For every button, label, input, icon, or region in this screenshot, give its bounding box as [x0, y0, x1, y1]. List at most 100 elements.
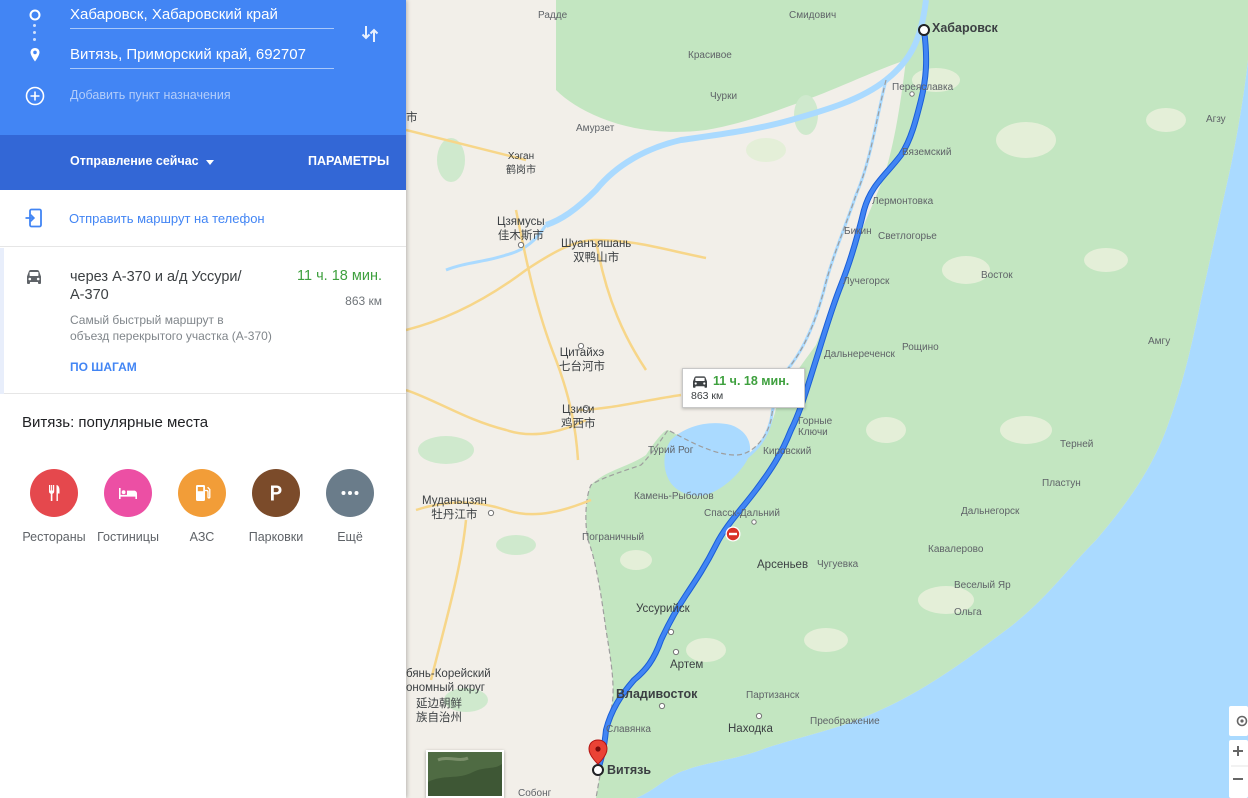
route-via-line2: А-370 [70, 287, 109, 303]
map-label-yanbian-cn[interactable]: 延边朝鲜 族自治州 [416, 697, 462, 725]
map-label-amgu[interactable]: Амгу [1148, 336, 1170, 347]
map-label-gornye-klyuchi[interactable]: Горные Ключи [798, 416, 832, 438]
route-note-line2: объезд перекрытого участка (А-370) [70, 329, 272, 343]
options-button[interactable]: ПАРАМЕТРЫ [308, 154, 389, 168]
step-by-step-button[interactable]: ПО ШАГАМ [70, 360, 137, 374]
map-label-krasnoe[interactable]: Красивое [688, 50, 732, 61]
destination-dot[interactable] [592, 764, 604, 776]
category-hotels[interactable]: Гостиницы [88, 469, 168, 544]
satellite-layer-toggle[interactable] [426, 750, 504, 798]
send-to-phone-row[interactable]: Отправить маршрут на телефон [0, 191, 406, 247]
map-label-dalnegorsk[interactable]: Дальнегорск [961, 506, 1019, 517]
map-label-dalnerechensk[interactable]: Дальнереченск [824, 349, 895, 360]
map-label-chuguevka[interactable]: Чугуевка [817, 559, 858, 570]
bubble-duration: 11 ч. 18 мин. [713, 374, 790, 388]
map-label-jixi-ru: Цзиси [562, 404, 595, 416]
map-label-sobong[interactable]: Собонг [518, 788, 551, 798]
map-label-jiamusi[interactable]: Цзямусы 佳木斯市 [497, 215, 545, 243]
departure-select[interactable]: Отправление сейчас [70, 154, 199, 168]
zoom-out-button[interactable] [1229, 767, 1248, 798]
map-label-arsenyev[interactable]: Арсеньев [757, 559, 808, 571]
map-label-shuangyashan-cn: 双鸭山市 [573, 252, 620, 264]
map-label-shuangyashan-ru: Шуанъяшань [561, 238, 632, 250]
map-label-edge-shi[interactable]: 市 [406, 111, 418, 125]
add-destination-button[interactable]: Добавить пункт назначения [70, 88, 231, 102]
map-label-chirki[interactable]: Чурки [710, 91, 737, 102]
map-label-vostok[interactable]: Восток [981, 270, 1013, 281]
category-label: Парковки [248, 530, 304, 544]
map-label-pogranichny[interactable]: Пограничный [582, 532, 644, 543]
map-label-vesely-yar[interactable]: Веселый Яр [954, 580, 1011, 591]
map-label-ussuriysk[interactable]: Уссурийск [636, 603, 690, 615]
map-label-partizansk[interactable]: Партизанск [746, 690, 799, 701]
map-label-preobrazhenie[interactable]: Преображение [810, 716, 880, 727]
maps-app: Хабаровск, Хабаровский край Витязь, Прим… [0, 0, 1248, 798]
map-label-nakhodka[interactable]: Находка [728, 723, 773, 735]
satellite-thumbnail [428, 752, 502, 796]
route-note-line1: Самый быстрый маршрут в [70, 313, 224, 327]
map-label-khabarovsk[interactable]: Хабаровск [932, 21, 998, 35]
map-label-yanbian-cn2: 族自治州 [416, 712, 462, 724]
map-label-smidovich[interactable]: Смидович [789, 10, 836, 21]
map-label-vyazemsky[interactable]: Вяземский [902, 147, 951, 158]
map-label-roshchino[interactable]: Рощино [902, 342, 939, 353]
map-label-vladivostok[interactable]: Владивосток [616, 687, 697, 701]
road-closed-icon[interactable] [725, 526, 741, 542]
map-label-kirovsky[interactable]: Кировский [763, 446, 811, 457]
hotel-icon [104, 469, 152, 517]
map-label-vityaz[interactable]: Витязь [607, 763, 651, 777]
route-option-card[interactable]: через А-370 и а/д Уссури/ А-370 11 ч. 18… [0, 248, 406, 394]
my-location-button[interactable] [1229, 706, 1248, 736]
send-to-phone-link[interactable]: Отправить маршрут на телефон [69, 211, 265, 226]
map-label-pereyaslavka[interactable]: Переяславка [892, 82, 953, 93]
map-controls [1229, 706, 1248, 798]
map-label-mudanjiang[interactable]: Муданьцзян 牡丹江市 [422, 494, 487, 522]
map-label-lermontovka[interactable]: Лермонтовка [872, 196, 933, 207]
map-label-amurzet[interactable]: Амурзет [576, 123, 614, 134]
add-destination-icon[interactable] [25, 86, 45, 106]
map-label-jixi[interactable]: Цзиси 鸡西市 [561, 403, 596, 431]
map-label-gornye: Горные [798, 416, 833, 427]
map-label-jiamusi-cn: 佳木斯市 [497, 230, 544, 242]
map-label-kavalerovo[interactable]: Кавалерово [928, 544, 983, 555]
map-label-kamen-rybolov[interactable]: Камень-Рыболов [634, 491, 714, 502]
swap-icon[interactable] [358, 22, 382, 46]
map-label-shuangyashan[interactable]: Шуанъяшань 双鸭山市 [561, 237, 631, 265]
category-gas-stations[interactable]: АЗС [162, 469, 242, 544]
map-label-svetlogorye[interactable]: Светлогорье [878, 231, 937, 242]
map-label-slavyanka[interactable]: Славянка [606, 724, 651, 735]
route-info-bubble[interactable]: 11 ч. 18 мин. 863 км [682, 368, 805, 408]
map-label-luchegorsk[interactable]: Лучегорск [843, 276, 889, 287]
waypoint-dots [33, 24, 37, 46]
chevron-down-icon[interactable] [206, 160, 214, 165]
map-label-yanbian-ru1: бянь-Корейский [406, 668, 491, 680]
map-label-terney[interactable]: Терней [1060, 439, 1093, 450]
origin-input[interactable]: Хабаровск, Хабаровский край [70, 3, 334, 29]
map-label-hegang[interactable]: Хэган 鹤岗市 [506, 150, 536, 178]
category-label: Гостиницы [97, 530, 159, 544]
map-label-mudanjiang-ru: Муданьцзян [422, 495, 487, 507]
category-restaurants[interactable]: Рестораны [14, 469, 94, 544]
map-label-radde[interactable]: Радде [538, 10, 567, 21]
zoom-in-button[interactable] [1229, 740, 1248, 766]
map-label-olga[interactable]: Ольга [954, 607, 982, 618]
map-label-klyuchi: Ключи [798, 427, 828, 438]
map-label-yanbian-ru2: ономный округ [406, 682, 485, 694]
map-label-plastun[interactable]: Пластун [1042, 478, 1081, 489]
map-label-artem[interactable]: Артем [670, 659, 703, 671]
destination-input[interactable]: Витязь, Приморский край, 692707 [70, 43, 334, 69]
map-label-yanbian[interactable]: бянь-Корейский ономный округ [406, 667, 491, 695]
map-label-qitaihe-cn: 七台河市 [559, 361, 605, 373]
map-label-agzu[interactable]: Агзу [1206, 114, 1226, 125]
category-parking[interactable]: Парковки [236, 469, 316, 544]
map-label-hegang-cn: 鹤岗市 [506, 165, 536, 176]
map-label-qitaihe[interactable]: Цитайхэ 七台河市 [559, 346, 605, 374]
origin-marker[interactable] [918, 24, 930, 36]
map-label-bikin[interactable]: Бикин [844, 226, 872, 237]
category-label: Рестораны [22, 530, 86, 544]
parking-icon [252, 469, 300, 517]
map-canvas[interactable]: Хабаровск Витязь Владивосток Уссурийск А… [406, 0, 1248, 798]
map-label-turiy-rog[interactable]: Турий Рог [648, 445, 693, 456]
map-label-spassk[interactable]: Спасск-Дальний [704, 508, 780, 519]
category-more[interactable]: Ещё [310, 469, 390, 544]
